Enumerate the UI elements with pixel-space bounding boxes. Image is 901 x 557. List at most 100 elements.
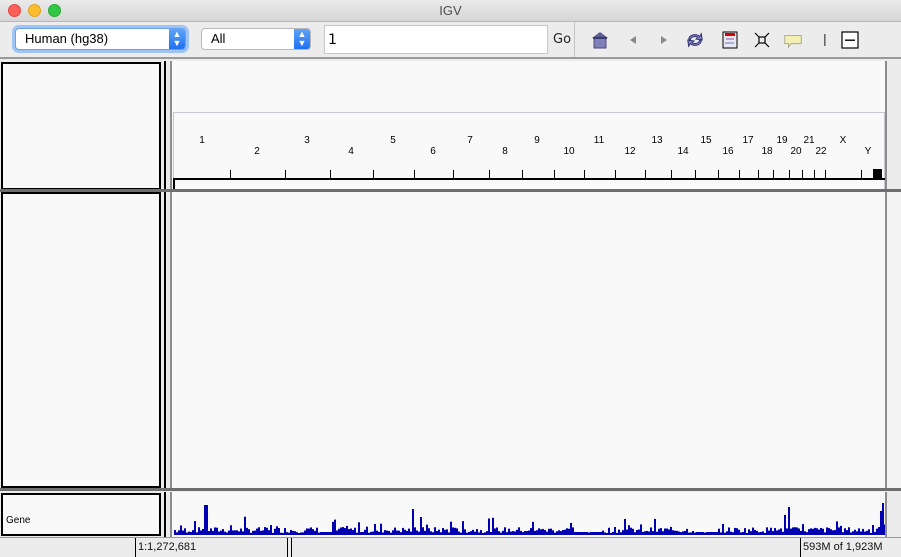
gene-density-bar — [832, 530, 834, 535]
chromosome-label-5[interactable]: 5 — [390, 135, 396, 146]
gene-density-bar — [854, 529, 856, 535]
gene-density-bar — [744, 528, 746, 535]
gene-density-bar — [394, 527, 396, 535]
toolbar: Human (hg38) ▲ ▼ All ▲ ▼ 1 Go — [0, 22, 901, 59]
gene-density-bar — [758, 532, 760, 535]
gene-density-bar — [766, 527, 768, 535]
gene-density-bar — [802, 524, 804, 535]
genome-select[interactable]: Human (hg38) ▲ ▼ — [15, 28, 186, 50]
gene-density-bar — [534, 530, 536, 535]
gene-density-bar — [722, 523, 724, 535]
resize-to-window-icon[interactable] — [752, 30, 772, 50]
gene-density-bar — [334, 519, 336, 535]
gene-density-bar — [604, 532, 606, 535]
gene-density-bar — [606, 532, 608, 535]
data-panel-scrollbar[interactable] — [887, 192, 901, 488]
chromosome-label-10[interactable]: 10 — [563, 146, 574, 157]
toolbar-separator — [574, 22, 575, 57]
gene-density-bar — [324, 532, 326, 535]
chromosome-select[interactable]: All ▲ ▼ — [201, 28, 311, 50]
chromosome-label-21[interactable]: 21 — [803, 135, 814, 146]
chromosome-label-7[interactable]: 7 — [467, 135, 473, 146]
gene-density-bar — [586, 532, 588, 535]
gene-density-bar — [872, 525, 874, 535]
gene-density-bar — [438, 529, 440, 535]
gene-density-bar — [580, 532, 582, 535]
gene-density-bar — [214, 527, 216, 535]
gene-density-bar — [710, 532, 712, 535]
chromosome-label-1[interactable]: 1 — [199, 135, 205, 146]
go-button[interactable]: Go — [553, 32, 571, 47]
chromosome-label-17[interactable]: 17 — [742, 135, 753, 146]
gene-density-bar — [784, 515, 786, 535]
chromosome-label-16[interactable]: 16 — [722, 146, 733, 157]
gene-density-bar — [634, 532, 636, 535]
gene-track-label[interactable]: Gene — [6, 515, 30, 526]
gene-density-bar — [716, 532, 718, 535]
chromosome-label-x[interactable]: X — [840, 135, 847, 146]
popup-info-icon[interactable] — [783, 30, 803, 50]
feature-splitter[interactable] — [0, 488, 901, 491]
gene-density-bar — [626, 529, 628, 535]
gene-density-bar — [354, 527, 356, 535]
gene-density-bar — [828, 528, 830, 535]
chromosome-label-3[interactable]: 3 — [304, 135, 310, 146]
chromosome-label-y[interactable]: Y — [865, 146, 872, 157]
gene-density-bar — [512, 531, 514, 535]
chromosome-label-6[interactable]: 6 — [430, 146, 436, 157]
gene-density-bar — [700, 532, 702, 535]
gene-density-bar — [648, 531, 650, 535]
data-track-panel[interactable] — [170, 192, 887, 488]
chromosome-label-12[interactable]: 12 — [624, 146, 635, 157]
gene-density-bar — [738, 529, 740, 535]
chromosome-label-9[interactable]: 9 — [534, 135, 540, 146]
gene-density-bar — [546, 531, 548, 535]
chromosome-label-13[interactable]: 13 — [651, 135, 662, 146]
gene-density-bar — [306, 528, 308, 535]
gene-density-bar — [390, 532, 392, 535]
chromosome-label-18[interactable]: 18 — [761, 146, 772, 157]
gene-density-bar — [384, 530, 386, 535]
chromosome-label-15[interactable]: 15 — [700, 135, 711, 146]
gene-density-bar — [672, 530, 674, 535]
chromosome-label-4[interactable]: 4 — [348, 146, 354, 157]
gene-density-bar — [676, 530, 678, 535]
chromosome-label-14[interactable]: 14 — [677, 146, 688, 157]
forward-arrow-icon[interactable] — [654, 30, 674, 50]
gene-density-bar — [272, 532, 274, 535]
chromosome-label-8[interactable]: 8 — [502, 146, 508, 157]
gene-density-bar — [266, 527, 268, 535]
gene-density-bar — [652, 531, 654, 535]
gene-density-bar — [418, 531, 420, 535]
gene-density-bar — [724, 532, 726, 535]
gene-density-bar — [356, 532, 358, 535]
gene-density-bar — [412, 509, 414, 535]
chromosome-label-20[interactable]: 20 — [790, 146, 801, 157]
gene-density-bar — [638, 529, 640, 535]
gene-density-bar — [518, 527, 520, 535]
gene-density-bar — [310, 527, 312, 535]
zoom-out-icon[interactable] — [840, 30, 860, 50]
region-of-interest-icon[interactable] — [720, 30, 740, 50]
chromosome-label-22[interactable]: 22 — [815, 146, 826, 157]
back-arrow-icon[interactable] — [623, 30, 643, 50]
home-icon[interactable] — [590, 30, 610, 50]
gene-density-bar — [202, 528, 204, 535]
locus-input[interactable]: 1 — [324, 25, 548, 54]
gene-density-bar — [198, 527, 200, 535]
gene-density-bar — [788, 507, 790, 535]
gene-track-panel[interactable] — [170, 492, 887, 537]
chromosome-label-19[interactable]: 19 — [776, 135, 787, 146]
chromosome-label-11[interactable]: 11 — [594, 135, 604, 146]
gene-density-bar — [632, 528, 634, 535]
center-line-icon[interactable] — [815, 30, 835, 50]
gene-density-bar — [452, 527, 454, 535]
gene-density-bar — [366, 526, 368, 535]
gene-density-bar — [256, 528, 258, 535]
gene-density-bar — [742, 532, 744, 535]
gene-density-bar — [636, 529, 638, 535]
gene-density-bar — [870, 532, 872, 535]
gene-density-bar — [768, 530, 770, 535]
refresh-icon[interactable] — [685, 30, 705, 50]
chromosome-label-2[interactable]: 2 — [254, 146, 260, 157]
